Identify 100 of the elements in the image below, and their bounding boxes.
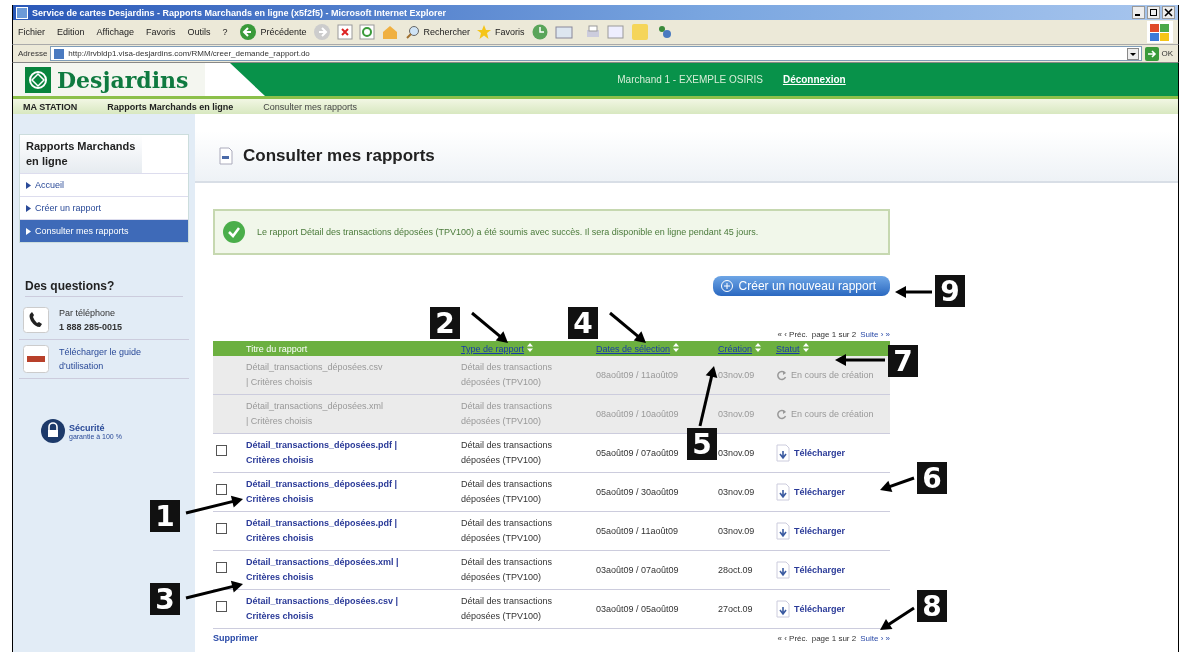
search-icon (404, 24, 421, 40)
page-indicator: page 1 sur 2 (811, 330, 857, 339)
column-header[interactable]: Type de rapport (458, 341, 593, 356)
callout-arrow (880, 476, 915, 492)
table-cell-text: Détail des transactions déposées (TPV100) (461, 439, 554, 467)
phone-number: 1 888 285-0015 (59, 321, 123, 334)
menu-item[interactable]: Favoris (145, 27, 176, 37)
table-cell: 03nov.09 (718, 525, 755, 536)
sort-icon (673, 343, 680, 352)
guide-download-link[interactable]: Télécharger le guide d'utilisation (59, 345, 149, 373)
column-header[interactable]: Dates de sélection (593, 341, 715, 356)
table-cell: 05août09 / 11août09 (596, 525, 678, 536)
next-page-link[interactable]: Suite › » (860, 633, 890, 643)
window-title: Service de cartes Desjardins - Rapports Marchands en ligne (x5f2f5) - Microsoft Internet Explorer (32, 7, 447, 18)
dropdown-icon[interactable] (1127, 47, 1140, 60)
table-cell: 08août09 / 11août09 (596, 369, 678, 380)
column-header[interactable]: Création (715, 341, 773, 356)
report-file-link[interactable]: Détail_transactions_déposées.xml | (246, 555, 455, 570)
sort-icon (802, 343, 809, 352)
table-cell-text: Détail des transactions déposées (TPV100) (461, 361, 554, 389)
row-checkbox[interactable] (216, 601, 227, 612)
row-checkbox[interactable] (216, 562, 227, 573)
column-header[interactable]: Statut (773, 341, 890, 356)
report-file-link[interactable]: Détail_transactions_déposées.pdf | (246, 438, 455, 453)
history-icon[interactable] (530, 23, 549, 41)
phone-label: Par téléphone (59, 307, 117, 320)
previous-page-link[interactable]: « ‹ Préc. (777, 633, 808, 643)
report-file-link[interactable]: Détail_transactions_déposées.csv | (246, 594, 455, 609)
star-icon (476, 24, 493, 40)
next-page-link[interactable]: Suite › » (860, 330, 890, 339)
callout-arrow (471, 311, 508, 343)
back-button[interactable]: Précédente (239, 23, 307, 41)
criteria-link[interactable]: Critères choisis (246, 492, 455, 507)
table-cell: 03nov.09 (718, 486, 755, 497)
table-cell-text: Détail des transactions déposées (TPV100) (461, 517, 554, 545)
table-cell-text: Détail des transactions déposées (TPV100) (461, 400, 554, 428)
breadcrumb-link[interactable]: MA STATION (23, 101, 78, 112)
callout-arrow (835, 354, 885, 366)
download-link[interactable]: Télécharger (794, 563, 846, 577)
table-cell: 08août09 / 10août09 (596, 408, 679, 419)
sidebar-item[interactable]: Accueil (20, 173, 188, 196)
favorites-button[interactable]: Favoris (476, 24, 525, 40)
report-file-link[interactable]: Détail_transactions_déposées.pdf | (246, 516, 455, 531)
callout-arrow (880, 606, 915, 630)
callout-number: 7 (888, 345, 918, 377)
merchant-name: Marchand 1 - EXEMPLE OSIRIS (617, 74, 763, 85)
bullet-icon (26, 227, 31, 235)
download-link[interactable]: Télécharger (794, 602, 846, 616)
callout-number: 9 (935, 275, 965, 307)
page-indicator: page 1 sur 2 (811, 633, 857, 643)
menu-item[interactable]: Edition (57, 27, 85, 37)
download-link[interactable]: Télécharger (794, 485, 846, 499)
breadcrumb-link[interactable]: Rapports Marchands en ligne (107, 101, 234, 112)
download-link[interactable]: Télécharger (794, 446, 846, 460)
row-checkbox[interactable] (216, 445, 227, 456)
logout-link[interactable]: Déconnexion (782, 74, 846, 85)
padlock-icon (41, 419, 65, 443)
callout-number: 5 (687, 428, 717, 460)
download-icon (776, 561, 790, 579)
sort-icon (755, 343, 762, 352)
breadcrumb-link[interactable]: Consulter mes rapports (263, 101, 357, 112)
menu-item[interactable]: Outils (187, 27, 211, 37)
maximize-icon[interactable] (1147, 6, 1160, 19)
download-link[interactable]: Télécharger (794, 524, 846, 538)
previous-page-link[interactable]: « ‹ Préc. (777, 330, 808, 339)
table-cell-text: Détail des transactions déposées (TPV100) (461, 478, 554, 506)
criteria-link[interactable]: Critères choisis (246, 453, 455, 468)
report-file-link[interactable]: Détail_transactions_déposées.pdf | (246, 477, 455, 492)
close-icon[interactable] (1162, 6, 1175, 19)
callout-number: 6 (917, 462, 947, 494)
callout-number: 8 (917, 590, 947, 622)
row-checkbox[interactable] (216, 523, 227, 534)
create-report-button[interactable]: Créer un nouveau rapport (712, 276, 890, 296)
minimize-icon[interactable] (1132, 6, 1145, 19)
download-icon (776, 444, 790, 462)
delete-link[interactable]: Supprimer (213, 633, 258, 643)
windows-logo-icon (1147, 21, 1173, 43)
table-cell: 28oct.09 (718, 564, 753, 575)
browser-icon (16, 6, 28, 19)
criteria-link[interactable]: Critères choisis (246, 531, 455, 546)
table-cell: 03nov.09 (718, 369, 755, 380)
stop-icon[interactable] (336, 24, 353, 40)
go-arrow-icon (1145, 46, 1160, 61)
bullet-icon (26, 181, 31, 189)
criteria-link[interactable]: Critères choisis (246, 609, 455, 624)
menu-item[interactable]: ? (222, 27, 228, 37)
go-button[interactable]: OK (1145, 46, 1173, 61)
menu-item[interactable]: Affichage (96, 27, 134, 37)
table-cell: 05août09 / 07août09 (596, 447, 679, 458)
criteria-link[interactable]: Critères choisis (246, 570, 455, 585)
row-checkbox[interactable] (216, 484, 227, 495)
table-cell-text: Détail des transactions déposées (TPV100) (461, 556, 554, 584)
search-button[interactable]: Rechercher (404, 24, 471, 40)
menu-item[interactable]: Fichier (18, 27, 45, 37)
callout-number: 1 (150, 500, 180, 532)
sidebar-item[interactable]: Consulter mes rapports (20, 219, 188, 242)
callout-arrow (609, 311, 646, 343)
status-text: En cours de création (791, 407, 874, 421)
table-cell: 03août09 / 05août09 (596, 603, 679, 614)
address-field[interactable]: http://lrvbldp1.visa-desjardins.com/RMM/creer_demande_rapport.do (50, 46, 1143, 61)
